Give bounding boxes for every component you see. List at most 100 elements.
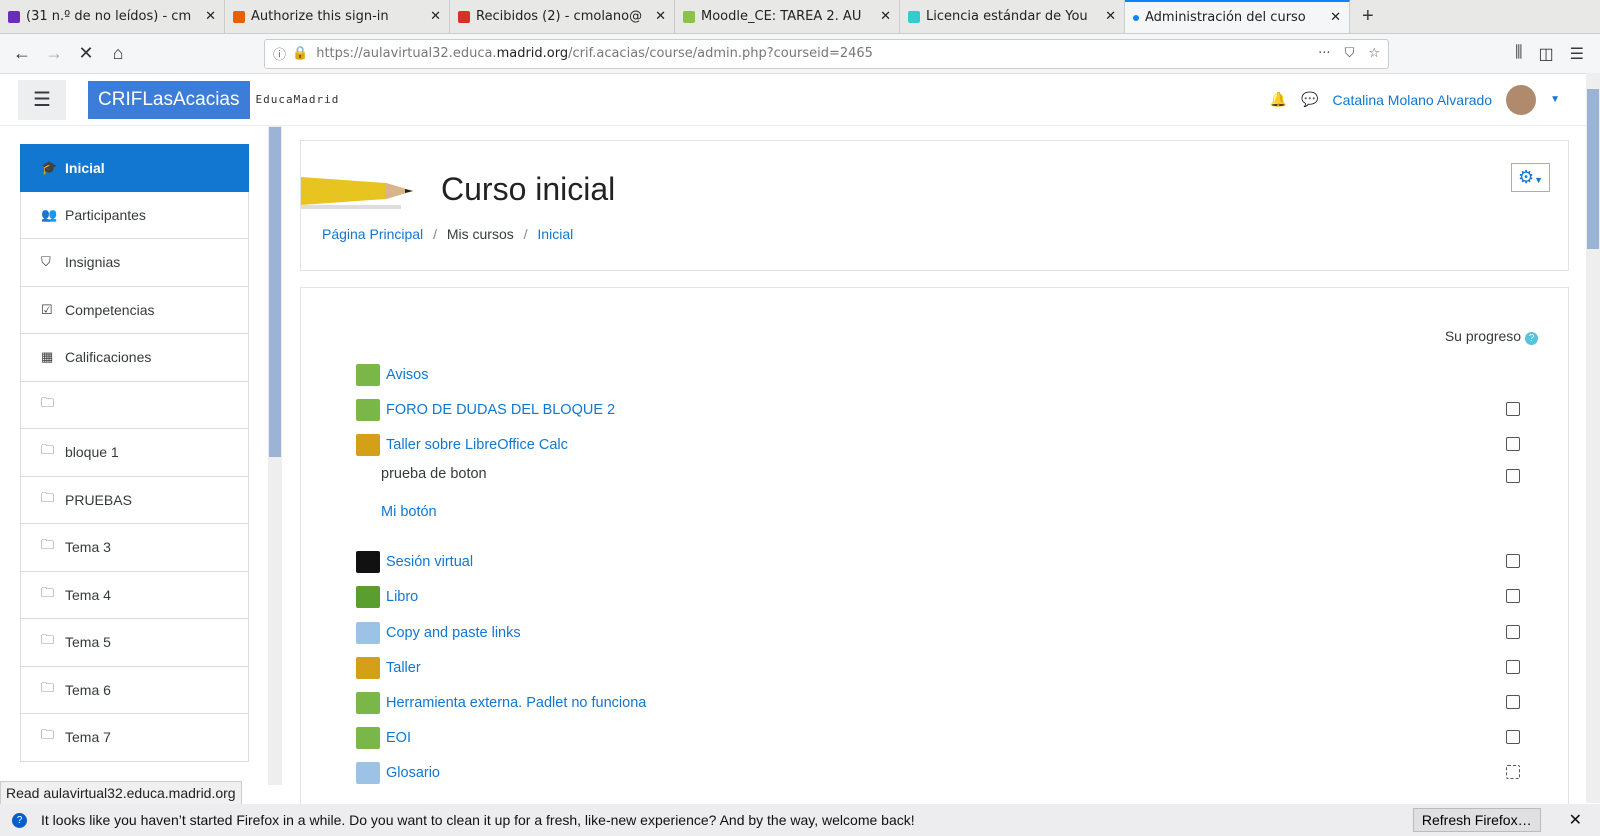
- gear-menu-button[interactable]: ⚙▼: [1510, 163, 1550, 192]
- close-tab-icon[interactable]: ✕: [1330, 10, 1341, 25]
- sidebar-item[interactable]: 🗀: [20, 381, 249, 429]
- stop-icon[interactable]: ✕: [70, 43, 102, 64]
- breadcrumb-current[interactable]: Inicial: [537, 226, 573, 242]
- sidebar-item[interactable]: 👥 Participantes: [20, 191, 249, 239]
- sidebar-item[interactable]: 🗀 Tema 4: [20, 571, 249, 619]
- tab-0[interactable]: (31 n.º de no leídos) - cm ✕: [0, 0, 225, 33]
- sidebar-item-label: Insignias: [65, 254, 121, 271]
- completion-checkbox[interactable]: [1506, 765, 1520, 779]
- close-tab-icon[interactable]: ✕: [1105, 9, 1116, 24]
- completion-checkbox[interactable]: [1506, 730, 1520, 744]
- tab-2[interactable]: Recibidos (2) - cmolano@ ✕: [450, 0, 675, 33]
- completion-checkbox[interactable]: [1506, 625, 1520, 639]
- sidebar-item-label: Inicial: [65, 159, 105, 176]
- progress-label: Su progreso ?: [1445, 328, 1538, 345]
- activity-item[interactable]: FORO DE DUDAS DEL BLOQUE 2: [356, 399, 615, 421]
- completion-checkbox[interactable]: [1506, 469, 1520, 483]
- url-bar[interactable]: ⓘ 🔒 https://aulavirtual32.educa. madrid.o…: [264, 38, 1389, 69]
- bookmark-star-icon[interactable]: ☆: [1368, 46, 1380, 61]
- sidebar-item[interactable]: 🗀 Tema 3: [20, 524, 249, 572]
- lti-icon: [356, 692, 380, 714]
- completion-checkbox[interactable]: [1506, 660, 1520, 674]
- sidebar-item[interactable]: 🗀 Tema 6: [20, 666, 249, 714]
- activity-item[interactable]: EOI: [356, 727, 411, 749]
- activity-item[interactable]: prueba de boton: [381, 466, 487, 482]
- sidebar-item[interactable]: 🗀 Tema 5: [20, 619, 249, 667]
- chevron-down-icon[interactable]: ▼: [1550, 94, 1560, 105]
- help-icon[interactable]: ?: [1525, 332, 1538, 345]
- activity-item[interactable]: Taller: [356, 657, 421, 679]
- close-tab-icon[interactable]: ✕: [430, 9, 441, 24]
- activity-item[interactable]: Mi botón: [381, 504, 437, 520]
- activity-item[interactable]: Herramienta externa. Padlet no funciona: [356, 692, 646, 714]
- completion-checkbox[interactable]: [1506, 437, 1520, 451]
- completion-checkbox[interactable]: [1506, 589, 1520, 603]
- sidebar-scrollbar[interactable]: [268, 125, 282, 785]
- menu-icon[interactable]: ☰: [1570, 44, 1584, 64]
- pin-icon: [908, 10, 920, 23]
- tab-1[interactable]: Authorize this sign-in ✕: [225, 0, 450, 33]
- tab-4[interactable]: Licencia estándar de You ✕: [900, 0, 1125, 33]
- activity-item[interactable]: Copy and paste links: [356, 622, 521, 644]
- workshop-icon: [356, 434, 380, 456]
- breadcrumb-home[interactable]: Página Principal: [322, 226, 423, 242]
- activity-item[interactable]: Avisos: [356, 364, 428, 386]
- sidebar-toggle-icon[interactable]: ◫: [1539, 44, 1554, 64]
- sidebar-item[interactable]: 🎓 Inicial: [20, 144, 249, 192]
- tab-3[interactable]: Moodle_CE: TAREA 2. AU ✕: [675, 0, 900, 33]
- activity-item[interactable]: Glosario: [356, 762, 440, 784]
- sidebar-icon: 🗀: [41, 584, 55, 600]
- info-icon[interactable]: ⓘ: [273, 44, 286, 63]
- sidebar-item[interactable]: 🗀 bloque 1: [20, 429, 249, 477]
- bell-icon[interactable]: 🔔: [1270, 91, 1287, 108]
- forward-icon[interactable]: →: [38, 43, 70, 64]
- completion-checkbox[interactable]: [1506, 402, 1520, 416]
- sidebar-item[interactable]: ⛉ Insignias: [20, 239, 249, 287]
- progress-text: Su progreso: [1444, 328, 1522, 344]
- user-name[interactable]: Catalina Molano Alvarado: [1333, 92, 1493, 108]
- sidebar-item-label: Tema 5: [65, 634, 111, 651]
- messages-icon[interactable]: 💬: [1301, 91, 1318, 108]
- new-tab-button[interactable]: +: [1350, 0, 1386, 33]
- activity-item[interactable]: Taller sobre LibreOffice Calc: [356, 434, 568, 456]
- gear-icon: ⚙: [1517, 167, 1535, 187]
- sidebar-item[interactable]: ☑ Competencias: [20, 286, 249, 334]
- back-icon[interactable]: ←: [6, 43, 38, 64]
- sidebar-icon: 🗀: [41, 442, 55, 458]
- forum-icon: [356, 399, 380, 421]
- completion-checkbox[interactable]: [1506, 695, 1520, 709]
- home-icon[interactable]: ⌂: [102, 43, 134, 64]
- nav-bar: ← → ✕ ⌂ ⓘ 🔒 https://aulavirtual32.educa.…: [0, 34, 1600, 74]
- refresh-firefox-button[interactable]: Refresh Firefox…: [1412, 808, 1541, 832]
- sidebar-icon: ☑: [41, 301, 53, 317]
- library-icon[interactable]: ⫼: [1515, 44, 1522, 64]
- avatar[interactable]: [1506, 84, 1537, 115]
- tab-bar: (31 n.º de no leídos) - cm ✕ Authorize thi…: [0, 0, 1600, 34]
- page-scrollbar[interactable]: [1586, 73, 1600, 803]
- url-path: /crif.acacias/course/admin.php?courseid=…: [568, 46, 873, 61]
- close-tab-icon[interactable]: ✕: [880, 9, 891, 24]
- educamadrid-logo: EducaMadrid: [255, 93, 340, 106]
- close-tab-icon[interactable]: ✕: [205, 9, 216, 24]
- h5p-icon: [356, 551, 380, 573]
- sidebar-item[interactable]: 🗀 PRUEBAS: [20, 476, 249, 524]
- activity-item[interactable]: Libro: [356, 586, 418, 608]
- sidebar-item[interactable]: ▦ Calificaciones: [20, 334, 249, 382]
- activity-label: FORO DE DUDAS DEL BLOQUE 2: [386, 402, 616, 418]
- activity-label: prueba de boton: [381, 466, 487, 482]
- pocket-icon[interactable]: ⛉: [1345, 46, 1355, 61]
- close-tab-icon[interactable]: ✕: [655, 9, 666, 24]
- sidebar-item-label: Participantes: [65, 206, 146, 223]
- sidebar-item[interactable]: 🗀 Tema 7: [20, 714, 249, 762]
- activity-item[interactable]: Sesión virtual: [356, 551, 473, 573]
- sidebar-icon: 🗀: [41, 679, 55, 695]
- site-brand[interactable]: CRIFLasAcacias: [88, 80, 250, 119]
- sidebar-item-label: bloque 1: [65, 444, 119, 461]
- close-icon[interactable]: ✕: [1555, 810, 1600, 830]
- completion-checkbox[interactable]: [1506, 554, 1520, 568]
- more-icon[interactable]: ···: [1318, 46, 1330, 61]
- drawer-toggle-button[interactable]: ☰: [18, 79, 66, 120]
- sidebar-item-label: PRUEBAS: [65, 491, 132, 508]
- tab-label: Recibidos (2) - cmolano@: [476, 9, 643, 24]
- tab-5[interactable]: Administración del curso ✕: [1125, 0, 1350, 33]
